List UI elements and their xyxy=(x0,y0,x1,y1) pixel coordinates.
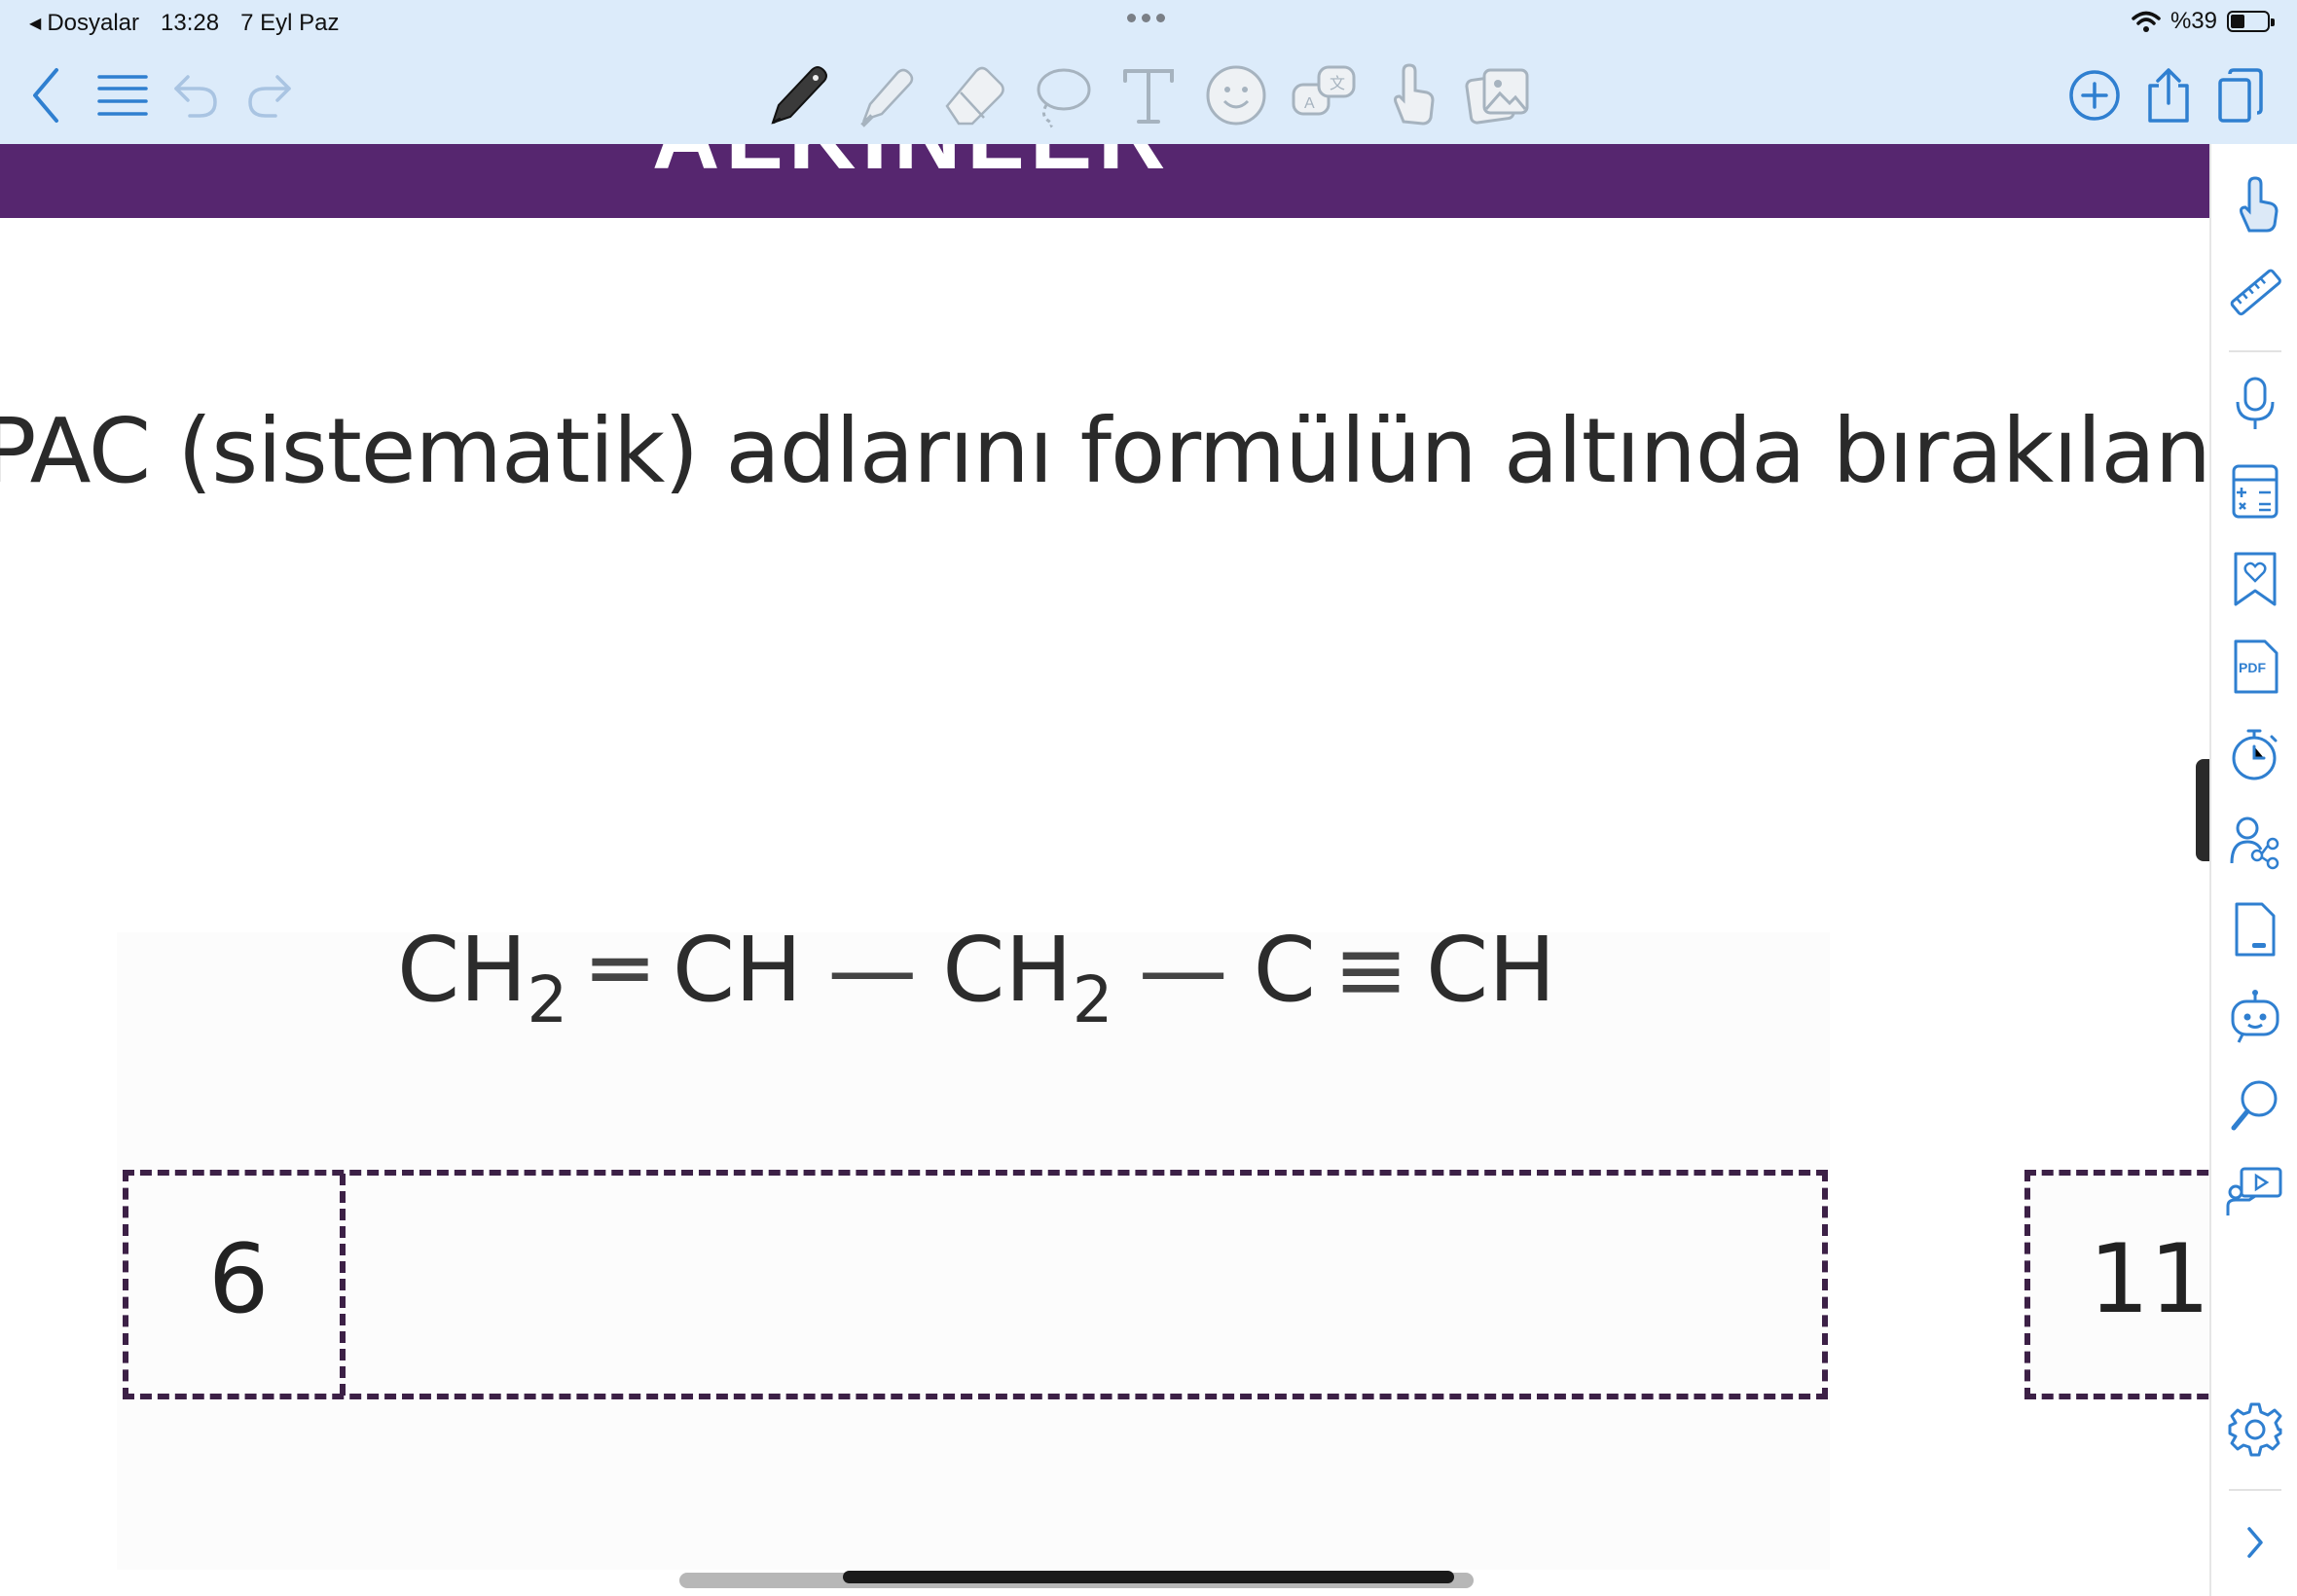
settings-icon[interactable] xyxy=(2225,1399,2285,1460)
share-people-icon[interactable] xyxy=(2225,812,2285,872)
double-bond: ═ xyxy=(593,918,647,1022)
partial-text-fragment xyxy=(2196,759,2209,861)
hand-pointer-icon[interactable] xyxy=(2225,175,2285,236)
single-bond-2: — xyxy=(1138,918,1228,1022)
toolbar: A文 xyxy=(0,47,2297,144)
undo-icon[interactable] xyxy=(171,47,220,144)
battery-icon xyxy=(2227,11,2275,32)
eraser-icon[interactable] xyxy=(938,47,1008,144)
banner-title: ALKINLER xyxy=(652,144,1171,191)
status-bar: ◀ Dosyalar 13:28 7 Eyl Paz %39 xyxy=(0,0,2297,47)
formula-group-2: CH xyxy=(672,918,803,1022)
answer-box-6[interactable] xyxy=(123,1170,1828,1399)
hand-pointer-icon[interactable] xyxy=(1376,47,1444,144)
pdf-icon[interactable]: PDF xyxy=(2225,636,2285,697)
bookmark-heart-icon[interactable] xyxy=(2225,549,2285,609)
single-bond-1: — xyxy=(827,918,918,1022)
wifi-icon xyxy=(2132,11,2161,32)
menu-icon[interactable] xyxy=(93,47,152,144)
text-icon[interactable] xyxy=(1113,47,1184,144)
microphone-icon[interactable] xyxy=(2225,374,2285,434)
translate-icon[interactable]: A文 xyxy=(1289,47,1361,144)
highlighter-icon[interactable] xyxy=(851,47,919,144)
pen-icon[interactable] xyxy=(763,47,831,144)
ruler-icon[interactable] xyxy=(2225,263,2285,323)
back-to-app-link[interactable]: ◀ Dosyalar xyxy=(29,10,139,37)
formula-subscript-1: 2 xyxy=(527,962,568,1037)
robot-assistant-icon[interactable] xyxy=(2225,987,2285,1047)
pages-icon[interactable] xyxy=(2211,47,2270,144)
triple-bond: ≡ xyxy=(1332,918,1408,1022)
chevron-right-icon[interactable] xyxy=(2225,1512,2285,1573)
sticker-icon[interactable] xyxy=(1201,47,1271,144)
sidebar-divider xyxy=(2229,350,2281,352)
pdf-icon-label: PDF xyxy=(2239,660,2266,675)
formula-group-4: C xyxy=(1253,918,1316,1022)
back-triangle-icon: ◀ xyxy=(29,16,42,32)
formula-subscript-3: 2 xyxy=(1072,962,1113,1037)
page-icon[interactable] xyxy=(2225,899,2285,960)
title-banner: ALKINLER xyxy=(0,144,2209,218)
multitasking-dots-icon[interactable] xyxy=(1127,14,1165,22)
status-date: 7 Eyl Paz xyxy=(240,10,340,36)
add-page-icon[interactable] xyxy=(2065,47,2124,144)
answer-box-divider xyxy=(340,1174,346,1396)
lasso-icon[interactable] xyxy=(1026,47,1096,144)
formula-group-5: CH xyxy=(1426,918,1556,1022)
status-time: 13:28 xyxy=(161,10,220,36)
sidebar-divider xyxy=(2229,1489,2281,1491)
formula-group-3: CH xyxy=(942,918,1073,1022)
battery-percent: %39 xyxy=(2169,8,2217,34)
instruction-text: PAC (sistematik) adlarını formülün altın… xyxy=(0,399,2209,503)
home-indicator[interactable] xyxy=(843,1571,1454,1583)
formula-group-1: CH xyxy=(397,918,528,1022)
presentation-icon[interactable] xyxy=(2225,1162,2285,1222)
svg-text:文: 文 xyxy=(1330,75,1345,92)
calculator-icon[interactable] xyxy=(2225,461,2285,522)
back-app-label: Dosyalar xyxy=(47,10,140,36)
redo-icon[interactable] xyxy=(245,47,294,144)
timer-icon[interactable] xyxy=(2225,724,2285,784)
chemical-formula: CH2 ═ CH — CH2— C ≡ CH xyxy=(397,918,1555,1037)
svg-text:A: A xyxy=(1304,95,1315,112)
back-icon[interactable] xyxy=(21,47,70,144)
image-icon[interactable] xyxy=(1464,47,1532,144)
share-icon[interactable] xyxy=(2139,47,2198,144)
document-page[interactable]: ALKINLER PAC (sistematik) adlarını formü… xyxy=(0,144,2209,1596)
search-icon[interactable] xyxy=(2225,1074,2285,1135)
question-number-11: 11 xyxy=(2089,1224,2209,1335)
right-sidebar: PDF xyxy=(2209,144,2297,1596)
question-number-6: 6 xyxy=(208,1224,270,1335)
